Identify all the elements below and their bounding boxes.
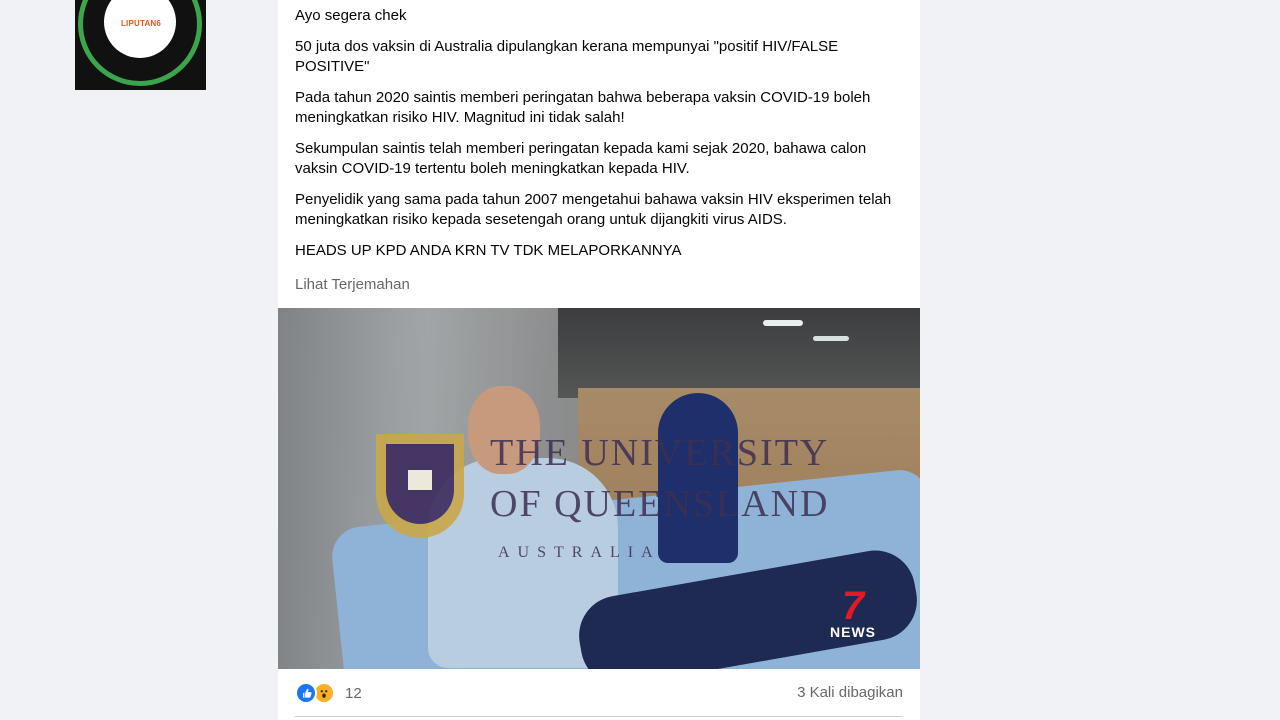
post-paragraph: Pada tahun 2020 saintis memberi peringat… [295,89,871,126]
reaction-count: 12 [345,684,362,702]
like-icon [295,682,317,704]
post-paragraph: 50 juta dos vaksin di Australia dipulang… [295,38,839,75]
video-overlay-country: AUSTRALIA [498,544,661,561]
logo-text: LIPUTAN6 [120,19,162,28]
book-icon [408,470,432,490]
page: LIPUTAN6 Ayo segera chek 50 juta dos vak… [0,0,1280,720]
post-card: Ayo segera chek 50 juta dos vaksin di Au… [278,0,920,720]
video-scene-nurse [658,393,738,563]
reaction-summary[interactable]: 12 [295,682,362,704]
post-paragraph: HEADS UP KPD ANDA KRN TV TDK MELAPORKANN… [295,242,682,259]
university-crest-icon [376,434,464,538]
post-body: Ayo segera chek 50 juta dos vaksin di Au… [278,6,920,261]
post-paragraph: Penyelidik yang sama pada tahun 2007 men… [295,191,892,228]
post-paragraph: Sekumpulan saintis telah memberi peringa… [295,140,867,177]
seven-news-logo: 7 NEWS [823,584,883,640]
news-label: NEWS [830,624,876,640]
video-player[interactable]: THE UNIVERSITY OF QUEENSLAND AUSTRALIA 7… [278,308,920,669]
video-scene-light [763,320,803,326]
video-scene-ceiling [558,308,920,398]
post-paragraph: Ayo segera chek [295,7,407,24]
divider [295,716,903,717]
video-overlay-title-line2: OF QUEENSLAND [490,483,830,525]
watermark-logo: LIPUTAN6 [75,0,206,90]
see-translation-link[interactable]: Lihat Terjemahan [295,276,410,293]
video-scene-light [813,336,849,341]
video-overlay-title-line1: THE UNIVERSITY [490,432,830,474]
share-count-link[interactable]: 3 Kali dibagikan [797,684,903,701]
news-number: 7 [841,584,865,628]
